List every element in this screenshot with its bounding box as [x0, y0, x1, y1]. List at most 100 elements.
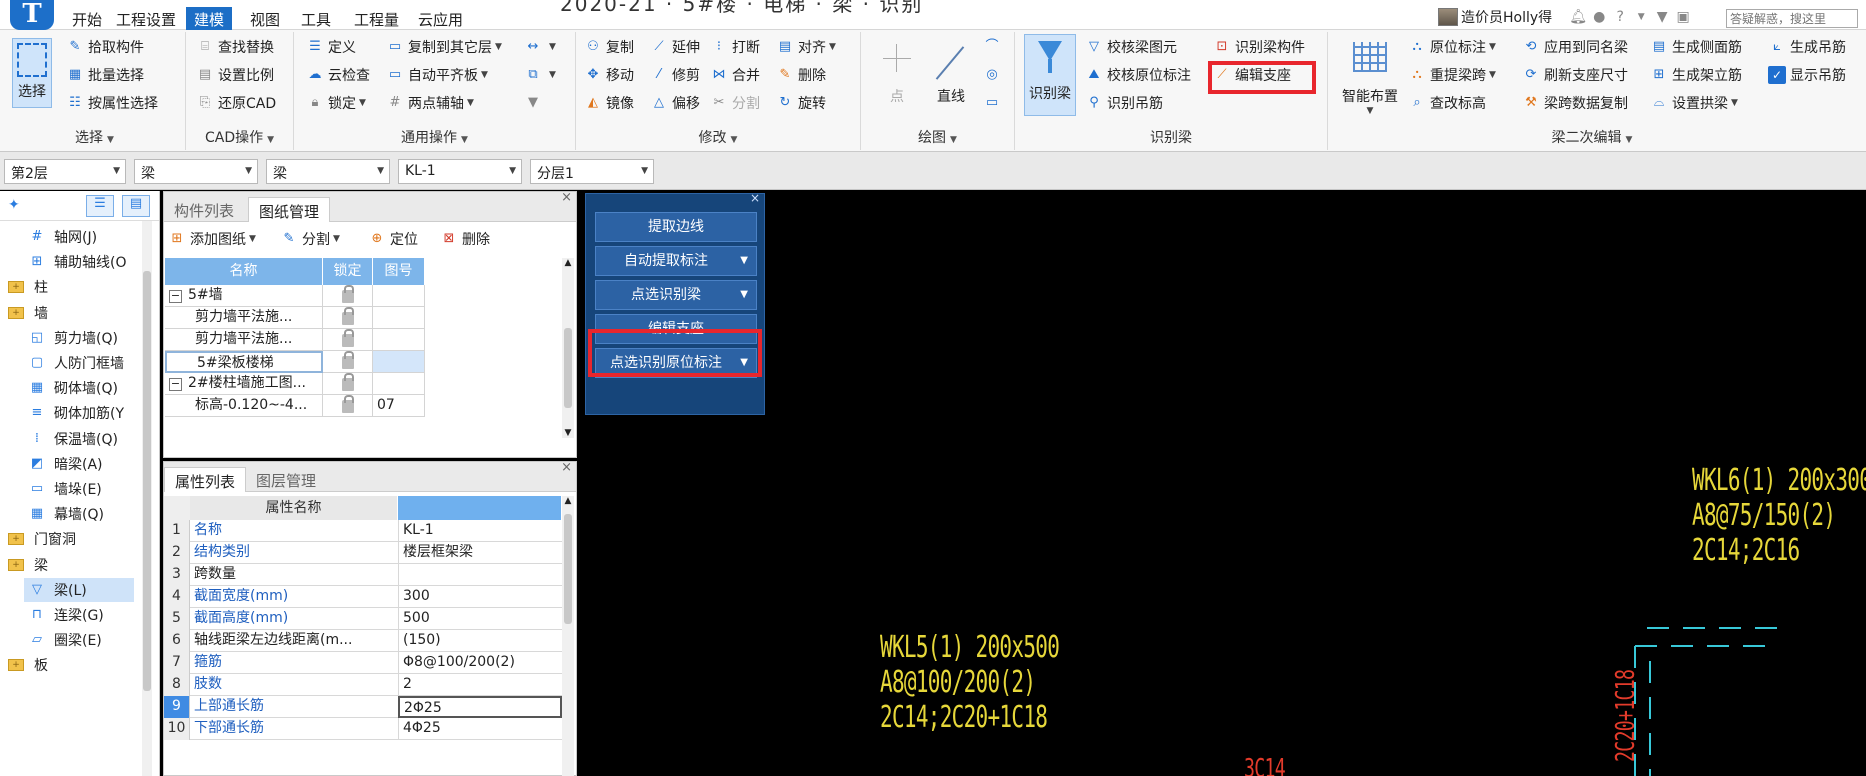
tree-item[interactable]: ▭ 墙垛(E) — [28, 477, 102, 501]
property-value[interactable]: KL-1 — [398, 520, 562, 542]
help-icon[interactable]: ? — [1611, 8, 1629, 26]
rotate-button[interactable]: ↻ 旋转 — [776, 92, 826, 114]
property-scrollbar[interactable]: ▲ — [562, 496, 574, 776]
rectangle-button[interactable]: ▭ — [983, 92, 1005, 114]
collapse-icon[interactable]: − — [169, 290, 182, 303]
scroll-up-icon[interactable]: ▲ — [562, 496, 574, 506]
tree-item[interactable]: ▱ 圈梁(E) — [28, 628, 102, 652]
group-label-modify[interactable]: 修改 ▼ — [576, 128, 860, 150]
align-button[interactable]: ▤ 对齐 ▼ — [776, 36, 836, 58]
drawing-row-number[interactable] — [373, 373, 425, 395]
tree-item[interactable]: ⁞ 保温墙(Q) — [28, 427, 118, 451]
drawing-row-number[interactable]: 07 — [373, 395, 425, 417]
generate-side-rebar-button[interactable]: ▤ 生成侧面筋 — [1650, 36, 1742, 58]
dimension-button[interactable]: ↔ ▼ — [524, 36, 556, 58]
drawing-row-lock[interactable] — [323, 395, 373, 417]
edit-support-button[interactable]: ⟋ 编辑支座 — [1213, 64, 1291, 86]
tab-project-settings[interactable]: 工程设置 — [108, 7, 184, 30]
group-label-beam-secondary-edit[interactable]: 梁二次编辑 ▼ — [1328, 128, 1856, 150]
copy-span-data-button[interactable]: ⚒ 梁跨数据复制 — [1522, 92, 1628, 114]
drawing-row-name[interactable]: −5#墙 — [165, 285, 323, 307]
drawing-row-number[interactable] — [373, 329, 425, 351]
tree-item[interactable]: ▽ 梁(L) — [24, 577, 134, 602]
property-value[interactable] — [398, 564, 562, 586]
filter-button[interactable]: ▼ — [524, 92, 546, 114]
locate-drawing-button[interactable]: ⊕ 定位 — [368, 228, 418, 250]
avatar[interactable] — [1438, 8, 1458, 26]
property-row[interactable]: 3 跨数量 — [164, 564, 564, 586]
float-button[interactable]: 自动提取标注 ▼ — [595, 246, 757, 276]
group-label-draw[interactable]: 绘图 ▼ — [861, 128, 1014, 150]
bell-icon[interactable]: 🔔︎ — [1569, 8, 1587, 26]
drawing-row-lock[interactable] — [323, 307, 373, 329]
window-icon[interactable]: ▣ — [1674, 8, 1692, 26]
offset-button[interactable]: △ 偏移 — [650, 92, 700, 114]
generate-hanger-button[interactable]: ⟀ 生成吊筋 — [1768, 36, 1846, 58]
group-label-select[interactable]: 选择 ▼ — [4, 128, 185, 150]
recognize-beam-button[interactable]: 识别梁 — [1024, 34, 1076, 116]
type-select[interactable]: 梁 ▼ — [266, 159, 390, 184]
apply-to-same-beam-button[interactable]: ⟲ 应用到同名梁 — [1522, 36, 1628, 58]
col-header-number[interactable]: 图号 — [373, 258, 425, 285]
close-icon[interactable]: × — [750, 191, 760, 205]
tree-item[interactable]: ◩ 暗梁(A) — [28, 452, 103, 476]
drawing-row-lock[interactable] — [323, 285, 373, 307]
layer-button[interactable]: ⧉ ▼ — [524, 64, 556, 86]
tree-item[interactable]: ≡ 砌体加筋(Y — [28, 401, 124, 425]
edit-elevation-button[interactable]: ⌕ 查改标高 — [1408, 92, 1486, 114]
tree-item[interactable]: # 轴网(J) — [28, 225, 98, 249]
drawing-row-name[interactable]: 标高-0.120~-4... — [165, 395, 323, 417]
col-header-name[interactable]: 名称 — [165, 258, 323, 285]
delete-button[interactable]: ✎ 删除 — [776, 64, 826, 86]
category-select[interactable]: 梁 ▼ — [134, 159, 258, 184]
scroll-up-icon[interactable]: ▲ — [562, 258, 574, 268]
drawing-row-number[interactable] — [373, 307, 425, 329]
cad-canvas[interactable]: WKL6(1) 200x300 A8@75/150(2) 2C14;2C16 W… — [767, 191, 1866, 776]
property-value[interactable]: Φ8@100/200(2) — [398, 652, 562, 674]
float-button[interactable]: 点选识别梁 ▼ — [595, 280, 757, 310]
property-row[interactable]: 10 下部通长筋 4Φ25 — [164, 718, 564, 740]
scrollbar-thumb[interactable] — [143, 271, 151, 691]
point-button[interactable]: 点 — [877, 36, 917, 106]
arc-button[interactable]: ⌒ — [983, 36, 1005, 58]
search-input[interactable] — [1726, 9, 1858, 28]
refresh-support-size-button[interactable]: ⟳ 刷新支座尺寸 — [1522, 64, 1628, 86]
re-extract-span-button[interactable]: ⛬ 重提梁跨 ▼ — [1408, 64, 1495, 86]
check-beam-elements-button[interactable]: ▽ 校核梁图元 — [1085, 36, 1177, 58]
list-view-icon[interactable]: ☰ — [86, 195, 114, 217]
component-select[interactable]: KL-1 ▼ — [398, 159, 522, 184]
property-row[interactable]: 7 箍筋 Φ8@100/200(2) — [164, 652, 564, 674]
group-label-cad[interactable]: CAD操作 ▼ — [186, 128, 293, 150]
property-value[interactable]: 2Φ25 — [398, 696, 562, 718]
property-value[interactable]: 500 — [398, 608, 562, 630]
tab-quantities[interactable]: 工程量 — [346, 7, 407, 30]
generate-erection-rebar-button[interactable]: ⊞ 生成架立筋 — [1650, 64, 1742, 86]
tree-item[interactable]: ⊓ 连梁(G) — [28, 603, 104, 627]
close-icon[interactable]: × — [561, 460, 572, 475]
pin-icon[interactable]: ✦ — [8, 197, 20, 213]
tab-property-list[interactable]: 属性列表 — [164, 467, 247, 492]
drawing-row-name[interactable]: 剪力墙平法施... — [165, 329, 323, 351]
tab-drawing-management[interactable]: 图纸管理 — [248, 197, 331, 222]
split-button[interactable]: ✂ 分割 — [710, 92, 760, 114]
trim-button[interactable]: ⁄ 修剪 — [650, 64, 700, 86]
property-value[interactable]: 300 — [398, 586, 562, 608]
tree-item[interactable]: ⊞ 辅助轴线(O — [28, 250, 127, 274]
property-row[interactable]: 6 轴线距梁左边线距离(m... (150) — [164, 630, 564, 652]
copy-button[interactable]: ⚇ 复制 — [584, 36, 634, 58]
drawing-row-number[interactable] — [373, 351, 425, 373]
circle-button[interactable]: ◎ — [983, 64, 1005, 86]
property-row[interactable]: 1 名称 KL-1 — [164, 520, 564, 542]
floor-select[interactable]: 第2层 ▼ — [4, 159, 126, 184]
drawing-row-number[interactable] — [373, 285, 425, 307]
detail-view-icon[interactable]: ▤ — [122, 195, 150, 217]
recognize-beam-component-button[interactable]: ⊡ 识别梁构件 — [1213, 36, 1305, 58]
set-scale-button[interactable]: ▤ 设置比例 — [196, 64, 274, 86]
tab-start[interactable]: 开始 — [64, 7, 110, 30]
merge-button[interactable]: ⋈ 合并 — [710, 64, 761, 86]
user-name[interactable]: 造价员Holly得 — [1461, 7, 1552, 27]
float-button[interactable]: 提取边线 — [595, 212, 757, 242]
tab-tools[interactable]: 工具 — [293, 7, 339, 30]
pick-component-button[interactable]: ✎ 拾取构件 — [66, 36, 144, 58]
drawing-row-name[interactable]: −2#楼柱墙施工图... — [165, 373, 323, 395]
